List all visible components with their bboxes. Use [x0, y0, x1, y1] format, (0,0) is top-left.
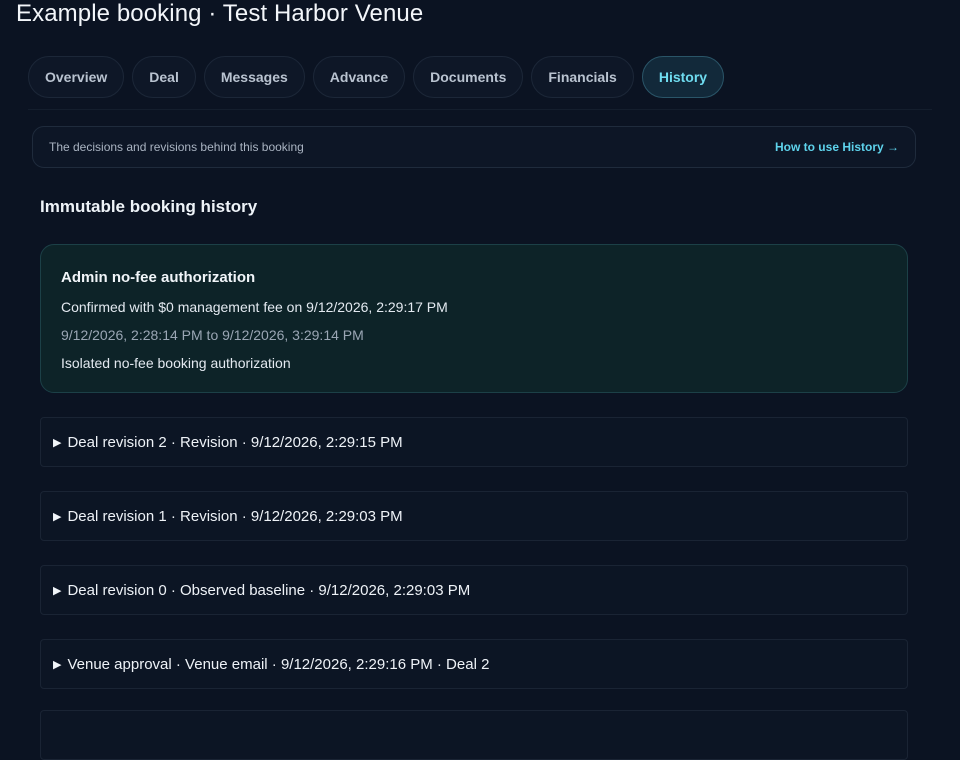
booking-tabs: Overview Deal Messages Advance Documents… [28, 56, 725, 98]
authorization-confirmed: Confirmed with $0 management fee on 9/12… [61, 299, 448, 315]
expand-triangle-icon: ▶ [53, 510, 62, 523]
tab-divider [28, 109, 932, 110]
history-item-label: Deal revision 0 · Observed baseline · 9/… [67, 581, 471, 599]
history-item-deal-revision-0[interactable]: ▶ Deal revision 0 · Observed baseline · … [40, 565, 908, 615]
expand-triangle-icon: ▶ [53, 584, 62, 597]
expand-triangle-icon: ▶ [53, 658, 62, 671]
how-to-use-history-link[interactable]: How to use History → [775, 140, 899, 154]
tab-history[interactable]: History [641, 56, 725, 98]
authorization-window: 9/12/2026, 2:28:14 PM to 9/12/2026, 3:29… [61, 327, 364, 343]
authorization-note: Isolated no-fee booking authorization [61, 355, 291, 371]
authorization-card: Admin no-fee authorization Confirmed wit… [40, 244, 908, 393]
history-intro-banner: The decisions and revisions behind this … [32, 126, 916, 168]
tab-messages[interactable]: Messages [203, 56, 305, 98]
tab-deal[interactable]: Deal [132, 56, 196, 98]
authorization-title: Admin no-fee authorization [61, 269, 256, 286]
history-item-deal-revision-1[interactable]: ▶ Deal revision 1 · Revision · 9/12/2026… [40, 491, 908, 541]
page-title: Example booking · Test Harbor Venue [16, 0, 424, 27]
intro-text: The decisions and revisions behind this … [49, 140, 304, 154]
expand-triangle-icon: ▶ [53, 436, 62, 449]
tab-documents[interactable]: Documents [413, 56, 524, 98]
history-item-venue-approval[interactable]: ▶ Venue approval · Venue email · 9/12/20… [40, 639, 908, 689]
history-item-label: Deal revision 2 · Revision · 9/12/2026, … [67, 433, 403, 451]
history-item-deal-revision-2[interactable]: ▶ Deal revision 2 · Revision · 9/12/2026… [40, 417, 908, 467]
history-item-next[interactable] [40, 710, 908, 760]
history-section-title: Immutable booking history [40, 197, 258, 216]
history-item-label: Deal revision 1 · Revision · 9/12/2026, … [67, 507, 403, 525]
history-item-label: Venue approval · Venue email · 9/12/2026… [67, 655, 490, 673]
tab-overview[interactable]: Overview [28, 56, 125, 98]
tab-financials[interactable]: Financials [531, 56, 634, 98]
tab-advance[interactable]: Advance [312, 56, 406, 98]
history-list: ▶ Deal revision 2 · Revision · 9/12/2026… [40, 417, 908, 713]
